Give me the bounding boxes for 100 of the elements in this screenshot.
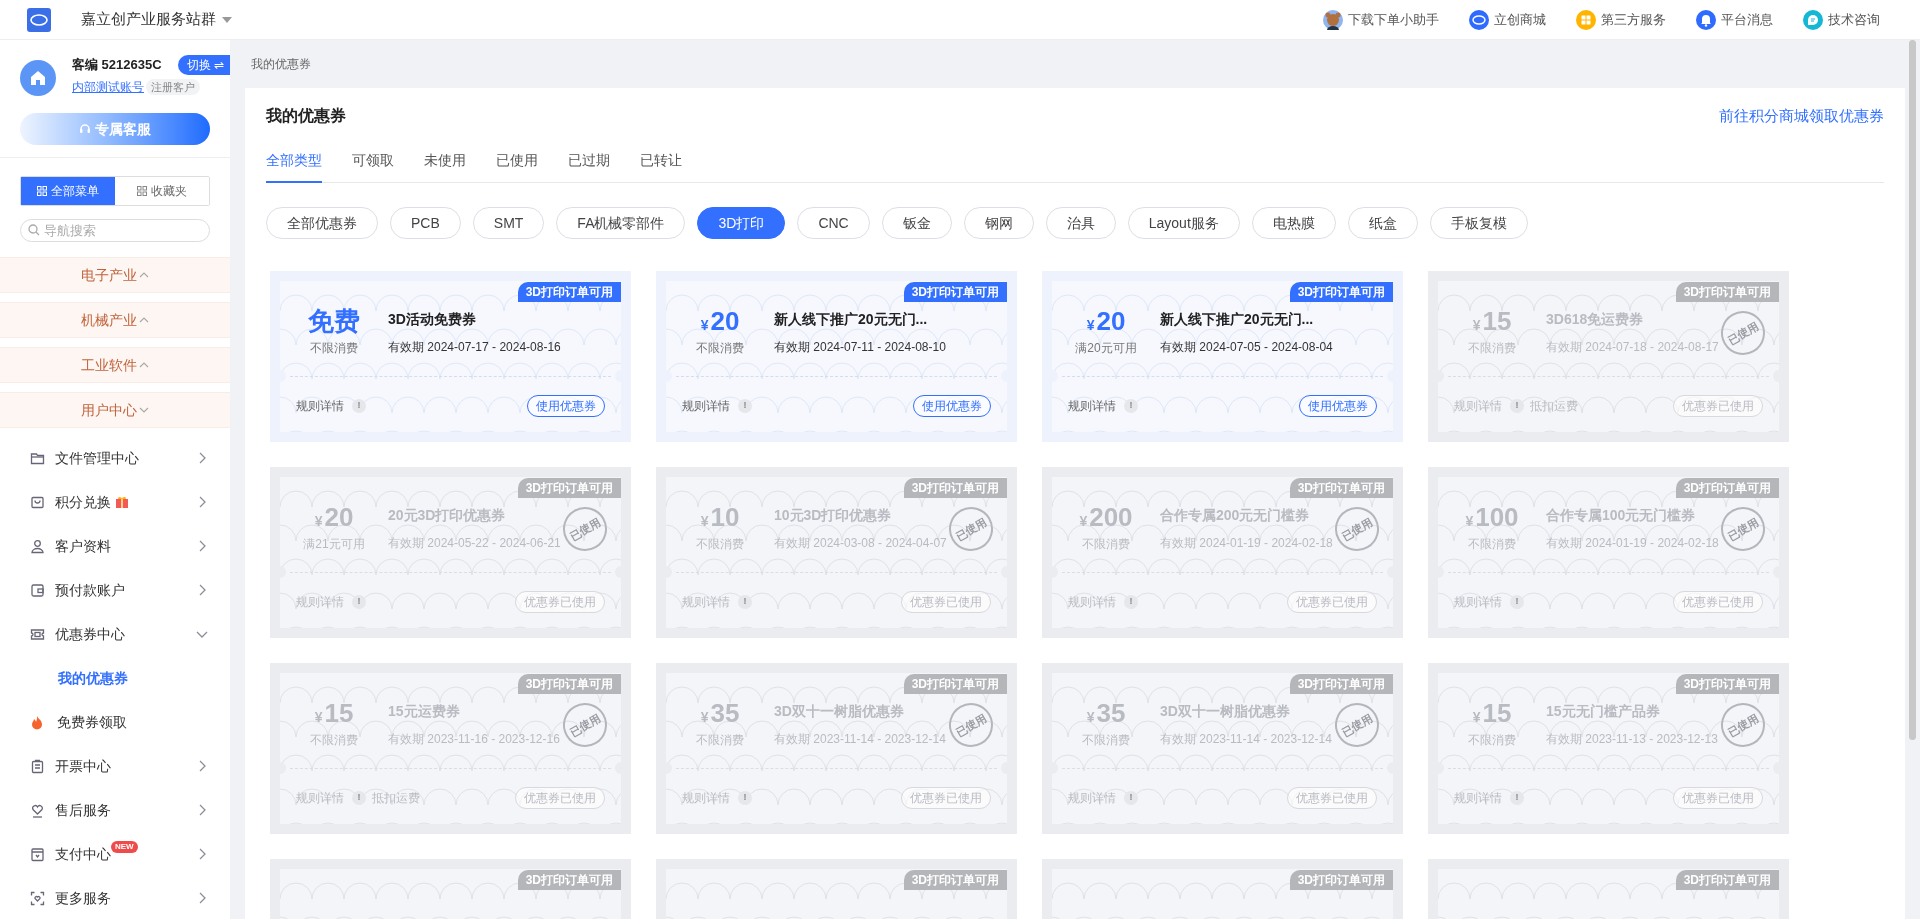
top-nav-link[interactable]: 第三方服务 xyxy=(1576,9,1666,30)
coupon-title: 3D618免运费券 xyxy=(1546,310,1645,329)
info-badge[interactable]: ! xyxy=(1124,399,1138,413)
filter-tab[interactable]: 已过期 xyxy=(568,150,610,183)
info-badge[interactable]: ! xyxy=(1124,791,1138,805)
menu-tab[interactable]: 全部菜单 xyxy=(21,177,115,205)
filter-tab[interactable]: 可领取 xyxy=(352,150,394,183)
usage-tag: 3D打印订单可用 xyxy=(1289,478,1393,498)
currency-sign: ¥ xyxy=(1465,512,1474,531)
category-chip[interactable]: 手板复模 xyxy=(1429,207,1528,239)
category-row[interactable]: 机械产业 xyxy=(0,302,230,338)
submenu-item[interactable]: 免费券领取 xyxy=(0,700,230,744)
category-chip[interactable]: 电热膜 xyxy=(1251,207,1336,239)
info-badge[interactable]: ! xyxy=(738,399,752,413)
category-chip[interactable]: 钣金 xyxy=(881,207,952,239)
breadcrumb[interactable]: 我的优惠券 xyxy=(245,40,311,88)
coupon-condition: 不限消费 xyxy=(1468,732,1516,749)
menu-item[interactable]: 支付中心 NEW xyxy=(0,832,230,876)
usage-tag: 3D打印订单可用 xyxy=(517,282,621,302)
avatar-icon xyxy=(20,60,56,96)
top-nav-link[interactable]: 立创商城 xyxy=(1469,9,1546,30)
coupon-condition: 不限消费 xyxy=(310,732,358,749)
filter-tab[interactable]: 未使用 xyxy=(424,150,466,183)
grid-icon xyxy=(1576,9,1596,30)
category-row[interactable]: 工业软件 xyxy=(0,347,230,383)
use-coupon-button[interactable]: 使用优惠券 xyxy=(527,395,605,417)
menu-item[interactable]: 开票中心 xyxy=(0,744,230,788)
menu-item[interactable]: 更多服务 xyxy=(0,876,230,919)
scan-icon xyxy=(30,890,45,906)
use-coupon-button[interactable]: 使用优惠券 xyxy=(913,395,991,417)
currency-sign: ¥ xyxy=(1472,708,1481,727)
category-chip[interactable]: 3D打印 xyxy=(697,207,786,239)
usage-tag: 3D打印订单可用 xyxy=(1675,674,1779,694)
info-badge[interactable]: ! xyxy=(1510,399,1524,413)
info-badge[interactable]: ! xyxy=(1510,791,1524,805)
info-badge[interactable]: ! xyxy=(352,791,366,805)
coupon-validity: 有效期 2024-07-11 - 2024-08-10 xyxy=(774,339,946,356)
coupon-title: 新人线下推广20元无门... xyxy=(774,310,929,329)
category-row[interactable]: 电子产业 xyxy=(0,257,230,293)
rules-link[interactable]: 规则详情 xyxy=(296,397,344,415)
rules-link[interactable]: 规则详情 xyxy=(1068,397,1116,415)
category-chip[interactable]: 治具 xyxy=(1045,207,1116,239)
info-badge[interactable]: ! xyxy=(738,595,752,609)
rules-link[interactable]: 规则详情 xyxy=(682,397,730,415)
info-badge[interactable]: ! xyxy=(352,399,366,413)
category-chip[interactable]: CNC xyxy=(797,207,870,239)
logo-icon[interactable] xyxy=(27,7,51,32)
currency-sign: ¥ xyxy=(1086,708,1095,727)
coupon-condition: 不限消费 xyxy=(696,732,744,749)
usage-tag: 3D打印订单可用 xyxy=(1289,674,1393,694)
category-row[interactable]: 用户中心 xyxy=(0,392,230,428)
account-name-link[interactable]: 内部测试账号 xyxy=(72,78,144,96)
menu-item[interactable]: 积分兑换 xyxy=(0,480,230,524)
filter-tab[interactable]: 全部类型 xyxy=(266,150,322,183)
coupon-condition: 不限消费 xyxy=(1082,732,1130,749)
nav-search-field[interactable]: 导航搜索 xyxy=(20,219,210,242)
coupon-condition: 不限消费 xyxy=(696,340,744,357)
top-nav-link[interactable]: 平台消息 xyxy=(1696,9,1773,30)
category-chip[interactable]: 全部优惠券 xyxy=(266,207,378,239)
scrollbar[interactable] xyxy=(1909,40,1916,740)
info-badge[interactable]: ! xyxy=(1124,595,1138,609)
coupon-validity: 有效期 2024-07-05 - 2024-08-04 xyxy=(1160,339,1333,356)
filter-tab[interactable]: 已转让 xyxy=(640,150,682,183)
coupon-amount: 20 xyxy=(1096,305,1126,338)
menu-item[interactable]: 售后服务 xyxy=(0,788,230,832)
category-chip[interactable]: SMT xyxy=(472,207,545,239)
category-chip[interactable]: FA机械零部件 xyxy=(556,207,686,239)
coupon-condition: 不限消费 xyxy=(310,340,358,357)
menu-item[interactable]: 文件管理中心 xyxy=(0,436,230,480)
points-mall-link[interactable]: 前往积分商城领取优惠券 xyxy=(1719,104,1884,128)
top-nav-link[interactable]: 技术咨询 xyxy=(1803,9,1880,30)
info-badge[interactable]: ! xyxy=(352,595,366,609)
person-icon xyxy=(30,538,45,554)
usage-tag: 3D打印订单可用 xyxy=(903,478,1007,498)
site-title[interactable]: 嘉立创产业服务站群 xyxy=(81,8,216,31)
currency-sign: ¥ xyxy=(1472,316,1481,335)
switch-button[interactable]: 切换 ⇌ xyxy=(177,55,230,75)
category-chip[interactable]: PCB xyxy=(390,207,461,239)
caret-icon[interactable] xyxy=(222,16,232,23)
currency-sign: ¥ xyxy=(700,316,709,335)
coupon-title: 20元3D打印优惠券 xyxy=(388,506,507,525)
customer-service-button[interactable]: 专属客服 xyxy=(20,113,210,145)
info-badge[interactable]: ! xyxy=(738,791,752,805)
chat-icon xyxy=(1803,9,1823,30)
use-coupon-button[interactable]: 使用优惠券 xyxy=(1299,395,1377,417)
filter-tab[interactable]: 已使用 xyxy=(496,150,538,183)
category-chip[interactable]: Layout服务 xyxy=(1127,207,1240,239)
usage-tag: 3D打印订单可用 xyxy=(517,478,621,498)
info-badge[interactable]: ! xyxy=(1510,595,1524,609)
submenu-item[interactable]: 我的优惠券 xyxy=(0,656,230,700)
coupon-title: 新人线下推广20元无门... xyxy=(1160,310,1315,329)
category-chip[interactable]: 钢网 xyxy=(963,207,1034,239)
top-nav-link[interactable]: 下载下单小助手 xyxy=(1323,9,1439,30)
menu-item[interactable]: 预付款账户 xyxy=(0,568,230,612)
headset-icon xyxy=(79,123,91,135)
category-chip[interactable]: 纸盒 xyxy=(1347,207,1418,239)
usage-tag: 3D打印订单可用 xyxy=(1675,282,1779,302)
currency-sign: ¥ xyxy=(700,708,709,727)
menu-item[interactable]: 客户资料 xyxy=(0,524,230,568)
menu-item[interactable]: 优惠券中心 xyxy=(0,612,230,656)
